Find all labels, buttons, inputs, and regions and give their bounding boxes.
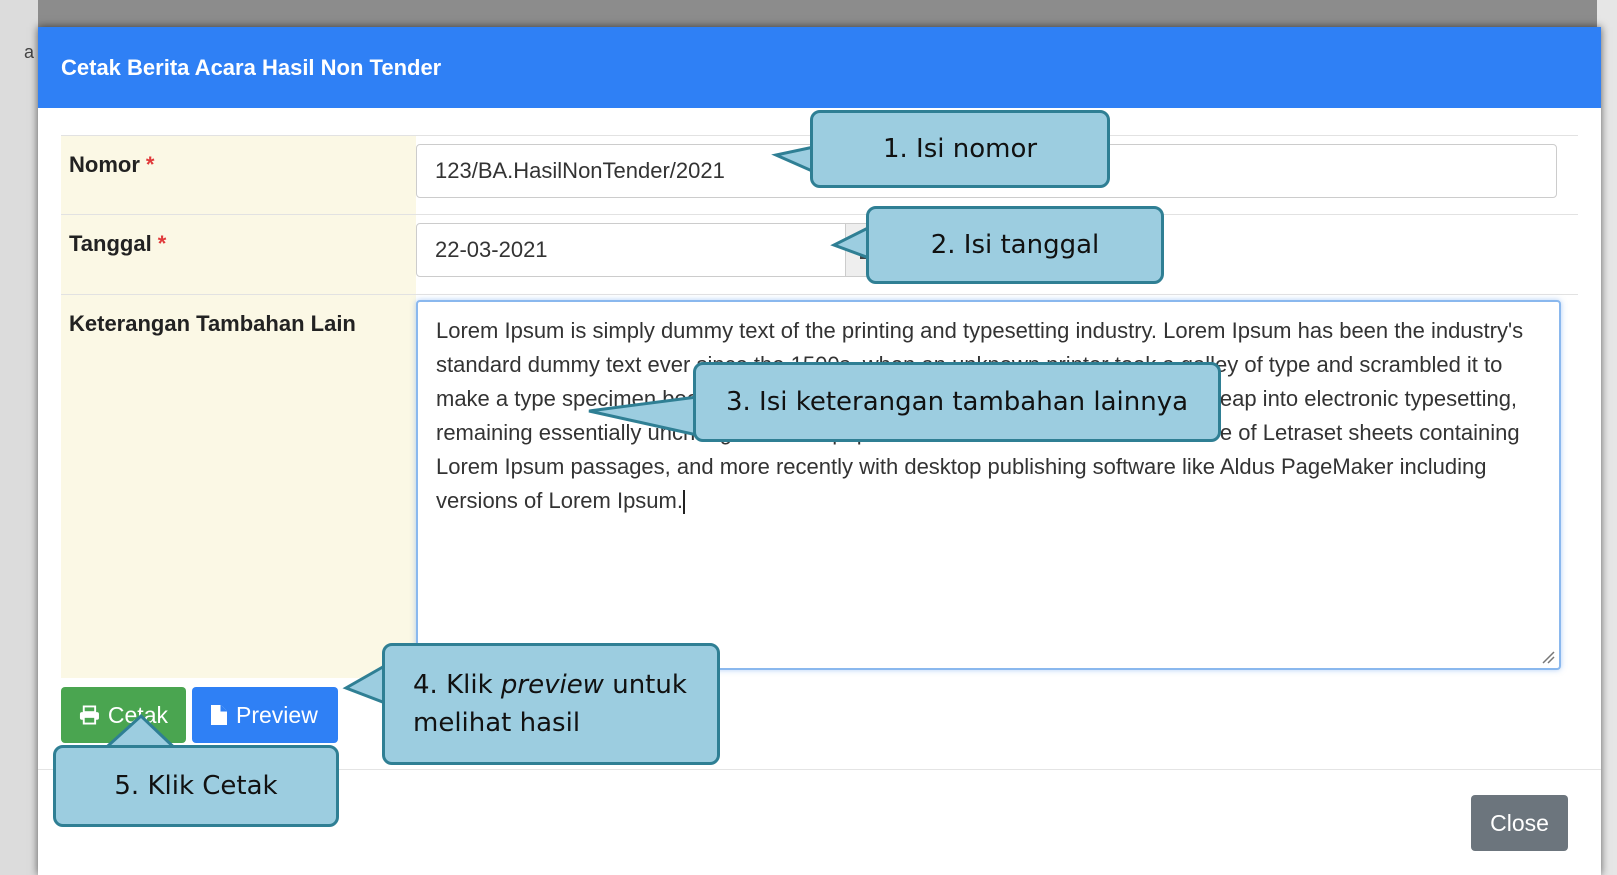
keterangan-label: Keterangan Tambahan Lain	[69, 311, 356, 336]
callout-5-text: 5. Klik Cetak	[114, 771, 278, 801]
tanggal-label-cell: Tanggal *	[61, 214, 416, 295]
file-icon	[211, 705, 227, 725]
close-button[interactable]: Close	[1471, 795, 1568, 851]
required-mark: *	[145, 152, 155, 177]
callout-4: 4. Klik preview untuk melihat hasil	[382, 643, 720, 765]
text-caret	[682, 490, 685, 515]
backdrop-text: a	[24, 42, 35, 62]
form-row-tanggal: Tanggal * 22-03-2021	[61, 214, 1578, 295]
preview-label: Preview	[236, 701, 318, 728]
callout-4-prefix: 4. Klik	[413, 670, 501, 700]
tanggal-label: Tanggal	[69, 231, 152, 256]
callout-5: 5. Klik Cetak	[53, 745, 339, 827]
tanggal-input[interactable]: 22-03-2021	[416, 223, 846, 277]
callout-3-tail	[588, 395, 699, 437]
modal-header: Cetak Berita Acara Hasil Non Tender	[38, 27, 1601, 108]
keterangan-textarea[interactable]: Lorem Ipsum is simply dummy text of the …	[416, 300, 1561, 670]
resize-grip-icon[interactable]	[1541, 650, 1555, 664]
callout-1-text: 1. Isi nomor	[882, 134, 1038, 164]
callout-2: 2. Isi tanggal	[866, 206, 1164, 284]
callout-3: 3. Isi keterangan tambahan lainnya	[693, 362, 1221, 442]
callout-3-text: 3. Isi keterangan tambahan lainnya	[725, 387, 1189, 417]
callout-1: 1. Isi nomor	[810, 110, 1110, 188]
callout-4-text: 4. Klik preview untuk melihat hasil	[413, 666, 687, 742]
keterangan-field-cell: Lorem Ipsum is simply dummy text of the …	[416, 295, 1578, 679]
nomor-label: Nomor	[69, 152, 140, 177]
callout-4-emphasis: preview	[500, 670, 604, 700]
keterangan-label-cell: Keterangan Tambahan Lain	[61, 294, 416, 678]
page-backdrop: a	[0, 0, 38, 875]
callout-4-suffix: untuk	[603, 670, 687, 700]
callout-4-line2: melihat hasil	[413, 708, 581, 738]
nomor-value: 123/BA.HasilNonTender/2021	[435, 158, 725, 183]
modal-title: Cetak Berita Acara Hasil Non Tender	[61, 54, 442, 80]
nomor-label-cell: Nomor *	[61, 135, 416, 215]
preview-button[interactable]: Preview	[192, 687, 338, 743]
tanggal-value: 22-03-2021	[435, 237, 548, 262]
form-row-keterangan: Keterangan Tambahan Lain Lorem Ipsum is …	[61, 294, 1578, 679]
callout-2-text: 2. Isi tanggal	[930, 230, 1100, 260]
required-mark: *	[157, 231, 167, 256]
